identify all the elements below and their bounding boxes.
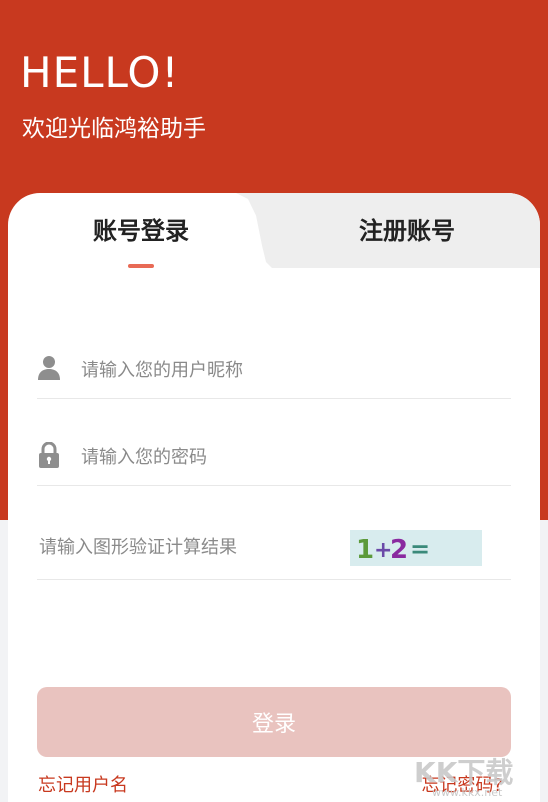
tab-account-login[interactable]: 账号登录 [48, 215, 234, 247]
kkx-watermark: KK下载 www.kkx.net [410, 752, 540, 799]
username-input[interactable] [79, 355, 503, 385]
svg-text:KK下载: KK下载 [414, 756, 513, 789]
svg-text:1: 1 [356, 535, 374, 565]
password-field [37, 429, 511, 486]
svg-text:www.kkx.net: www.kkx.net [432, 786, 503, 798]
captcha-image[interactable]: 1 + 2 = [350, 530, 482, 566]
username-field [37, 341, 511, 399]
svg-text:2: 2 [390, 535, 408, 565]
active-tab-indicator [128, 264, 154, 268]
tab-register-account[interactable]: 注册账号 [308, 215, 506, 247]
welcome-subtitle: 欢迎光临鸿裕助手 [22, 116, 206, 142]
password-input[interactable] [79, 442, 503, 472]
captcha-input[interactable] [37, 532, 341, 562]
login-button[interactable]: 登录 [37, 687, 511, 757]
lock-icon [37, 441, 61, 468]
forgot-username-link[interactable]: 忘记用户名 [38, 771, 128, 797]
greeting-title: HELLO! [20, 48, 180, 97]
user-icon [37, 355, 61, 381]
svg-text:=: = [410, 535, 430, 563]
login-card: 账号登录 注册账号 1 + 2 [8, 193, 540, 802]
